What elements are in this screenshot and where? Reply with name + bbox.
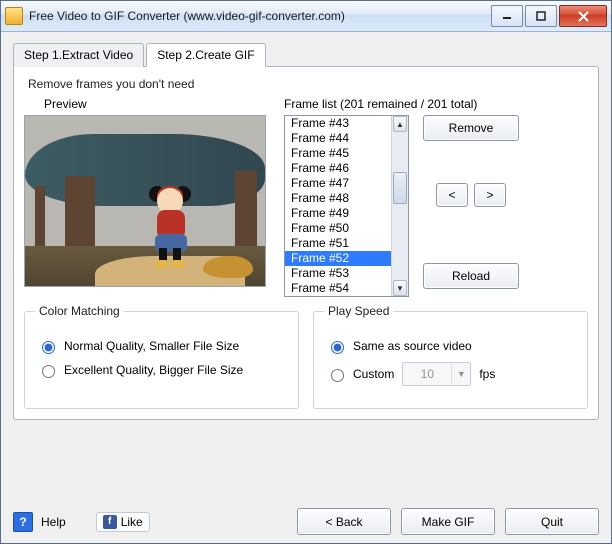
frame-list-item[interactable]: Frame #49 (285, 206, 391, 221)
radio-normal-label: Normal Quality, Smaller File Size (64, 339, 239, 353)
frame-list-item[interactable]: Frame #54 (285, 281, 391, 296)
radio-custom-fps[interactable]: Custom (326, 366, 394, 382)
preview-image (24, 115, 266, 287)
window-title: Free Video to GIF Converter (www.video-g… (29, 9, 491, 23)
frame-list-item[interactable]: Frame #50 (285, 221, 391, 236)
frame-list-item[interactable]: Frame #43 (285, 116, 391, 131)
fps-value: 10 (403, 367, 451, 381)
make-gif-button[interactable]: Make GIF (401, 508, 495, 535)
tab-strip: Step 1.Extract Video Step 2.Create GIF (13, 42, 599, 66)
minimize-button[interactable] (491, 5, 523, 27)
back-button[interactable]: < Back (297, 508, 391, 535)
fps-combo[interactable]: 10 ▼ (402, 362, 471, 386)
radio-excellent-input[interactable] (42, 365, 55, 378)
frame-list-item[interactable]: Frame #46 (285, 161, 391, 176)
prev-frame-button[interactable]: < (436, 183, 468, 207)
play-speed-legend: Play Speed (324, 304, 393, 318)
frame-listbox[interactable]: Frame #43Frame #44Frame #45Frame #46Fram… (284, 115, 409, 297)
radio-excellent-quality[interactable]: Excellent Quality, Bigger File Size (37, 362, 286, 378)
titlebar: Free Video to GIF Converter (www.video-g… (1, 1, 611, 32)
remove-frames-heading: Remove frames you don't need (28, 77, 588, 91)
scroll-thumb[interactable] (393, 172, 407, 204)
like-button[interactable]: f Like (96, 512, 150, 532)
close-icon (578, 11, 589, 22)
frame-list-item[interactable]: Frame #45 (285, 146, 391, 161)
remove-button[interactable]: Remove (423, 115, 519, 141)
frame-list-item[interactable]: Frame #47 (285, 176, 391, 191)
radio-custom-input[interactable] (331, 369, 344, 382)
next-frame-button[interactable]: > (474, 183, 506, 207)
chevron-down-icon[interactable]: ▼ (451, 364, 470, 384)
tab-step2[interactable]: Step 2.Create GIF (146, 43, 265, 67)
app-window: Free Video to GIF Converter (www.video-g… (0, 0, 612, 544)
frame-list-item[interactable]: Frame #48 (285, 191, 391, 206)
radio-same-source[interactable]: Same as source video (326, 338, 575, 354)
app-icon (5, 7, 23, 25)
like-label: Like (121, 515, 143, 529)
tab-step1[interactable]: Step 1.Extract Video (13, 43, 144, 67)
help-icon[interactable]: ? (13, 512, 33, 532)
close-button[interactable] (559, 5, 607, 27)
quit-button[interactable]: Quit (505, 508, 599, 535)
minimize-icon (502, 11, 512, 21)
tab-panel-step2: Remove frames you don't need Preview (13, 66, 599, 420)
maximize-icon (536, 11, 546, 21)
scroll-down-button[interactable]: ▼ (393, 280, 407, 296)
radio-same-label: Same as source video (353, 339, 472, 353)
bottom-bar: ? Help f Like < Back Make GIF Quit (13, 500, 599, 535)
radio-custom-label: Custom (353, 367, 394, 381)
play-speed-group: Play Speed Same as source video Custom (313, 311, 588, 409)
maximize-button[interactable] (525, 5, 557, 27)
color-matching-legend: Color Matching (35, 304, 124, 318)
fps-unit: fps (479, 367, 495, 381)
preview-label: Preview (44, 97, 274, 111)
client-area: Step 1.Extract Video Step 2.Create GIF R… (1, 32, 611, 543)
scrollbar[interactable]: ▲ ▼ (391, 116, 408, 296)
frame-list-item[interactable]: Frame #51 (285, 236, 391, 251)
reload-button[interactable]: Reload (423, 263, 519, 289)
frame-list-item[interactable]: Frame #52 (285, 251, 391, 266)
scroll-up-button[interactable]: ▲ (393, 116, 407, 132)
radio-same-input[interactable] (331, 341, 344, 354)
frame-list-title: Frame list (201 remained / 201 total) (284, 97, 588, 111)
radio-excellent-label: Excellent Quality, Bigger File Size (64, 363, 243, 377)
facebook-icon: f (103, 515, 117, 529)
color-matching-group: Color Matching Normal Quality, Smaller F… (24, 311, 299, 409)
frame-list-item[interactable]: Frame #53 (285, 266, 391, 281)
radio-normal-quality[interactable]: Normal Quality, Smaller File Size (37, 338, 286, 354)
radio-normal-input[interactable] (42, 341, 55, 354)
help-label[interactable]: Help (41, 515, 66, 529)
frame-list-item[interactable]: Frame #44 (285, 131, 391, 146)
